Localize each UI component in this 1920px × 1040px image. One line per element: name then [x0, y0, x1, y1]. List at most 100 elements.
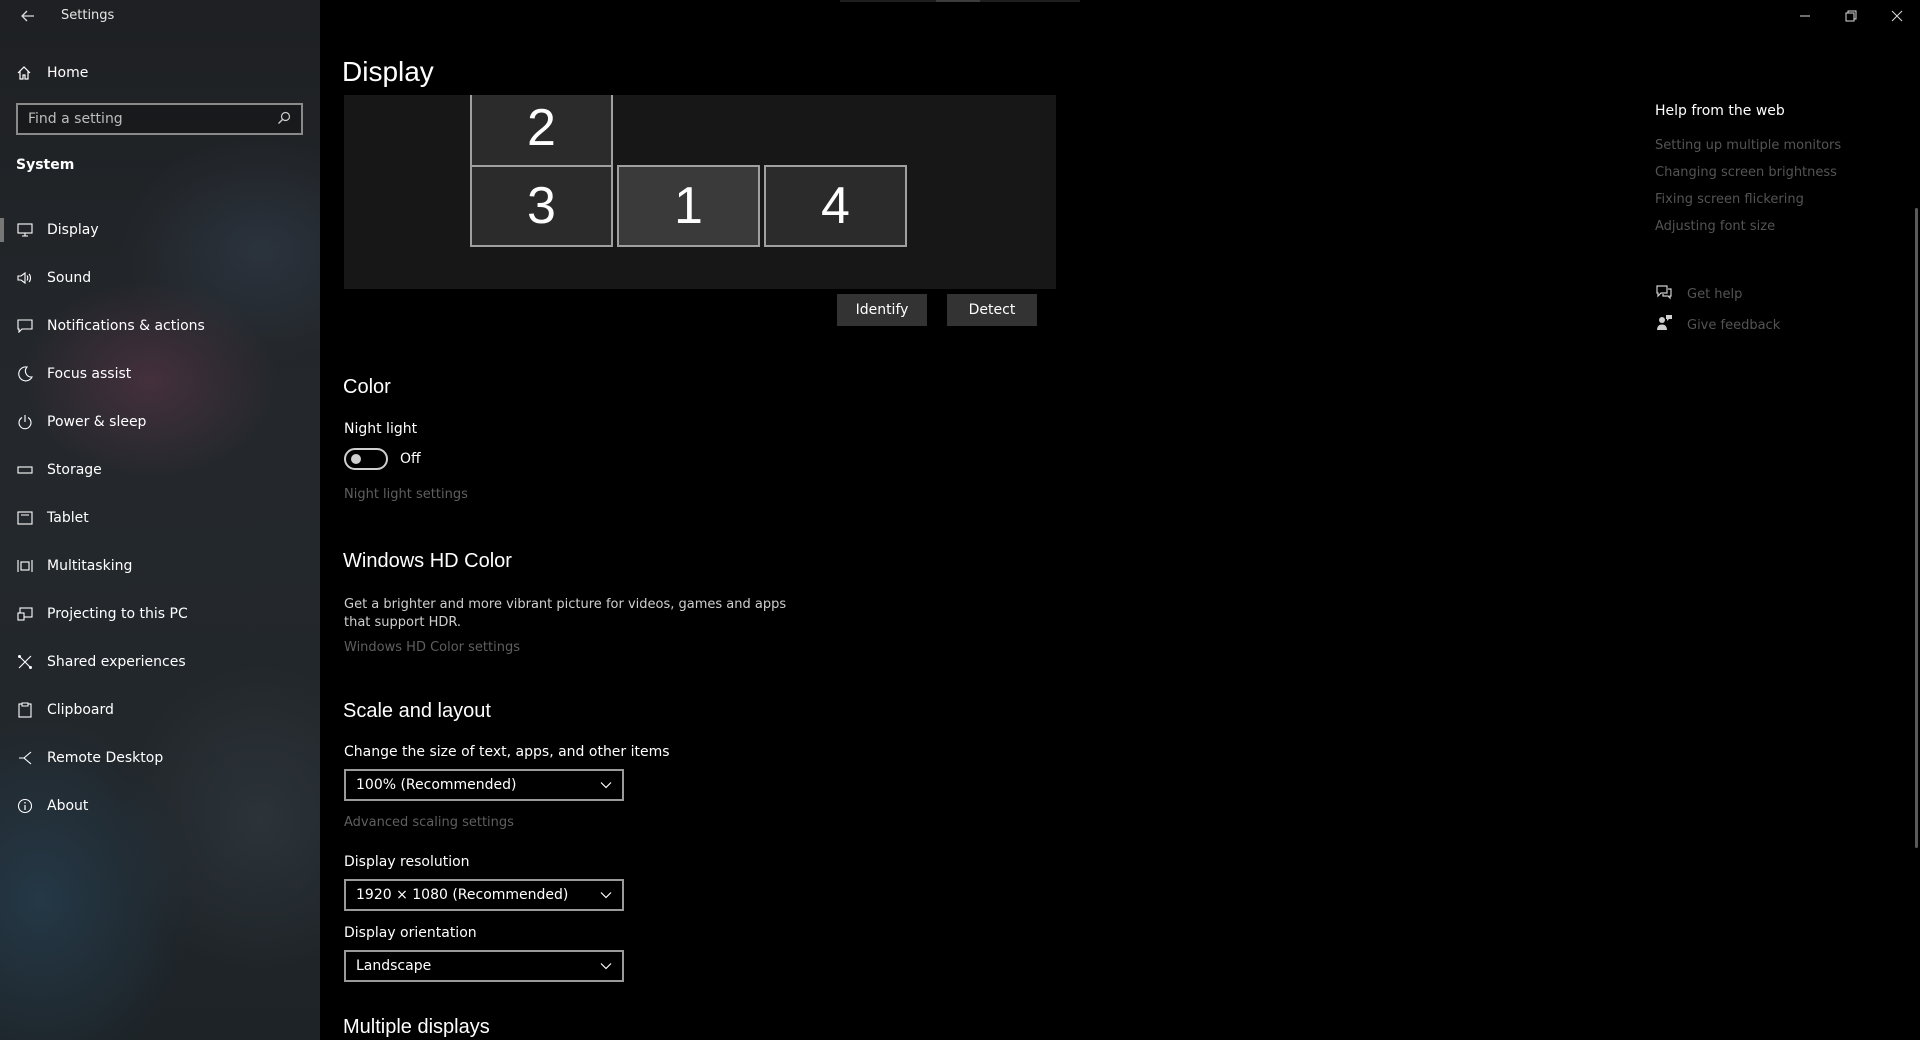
- sidebar-item-label: About: [47, 798, 89, 814]
- sidebar-item-sound[interactable]: Sound: [0, 254, 320, 302]
- monitor-4[interactable]: 4: [764, 165, 907, 247]
- monitor-2[interactable]: 2: [470, 95, 613, 169]
- color-heading: Color: [343, 376, 391, 398]
- section-label: System: [16, 157, 75, 173]
- sidebar-item-label: Projecting to this PC: [47, 606, 188, 622]
- sidebar-item-label: Remote Desktop: [47, 750, 164, 766]
- search-icon[interactable]: [277, 110, 291, 129]
- sidebar-nav: Display Sound Notifications & actions Fo…: [0, 206, 320, 830]
- resolution-label: Display resolution: [344, 854, 470, 870]
- monitor-1[interactable]: 1: [617, 165, 760, 247]
- sidebar-item-display[interactable]: Display: [0, 206, 320, 254]
- notification-icon: [15, 319, 35, 333]
- sidebar-item-shared-experiences[interactable]: Shared experiences: [0, 638, 320, 686]
- main-content: Display 2 3 1 4 Identify Detect Color Ni…: [320, 0, 1920, 1040]
- help-link-flickering[interactable]: Fixing screen flickering: [1655, 192, 1804, 207]
- chevron-down-icon: [600, 777, 612, 793]
- monitor-3[interactable]: 3: [470, 165, 613, 247]
- sidebar-item-about[interactable]: About: [0, 782, 320, 830]
- monitor-icon: [15, 223, 35, 237]
- sidebar-item-tablet[interactable]: Tablet: [0, 494, 320, 542]
- search-input[interactable]: [28, 111, 268, 127]
- moon-icon: [15, 366, 35, 382]
- sidebar-item-clipboard[interactable]: Clipboard: [0, 686, 320, 734]
- resolution-value: 1920 × 1080 (Recommended): [356, 887, 569, 903]
- identify-button[interactable]: Identify: [837, 294, 927, 326]
- multiple-displays-heading: Multiple displays: [343, 1016, 490, 1038]
- sidebar-item-multitasking[interactable]: Multitasking: [0, 542, 320, 590]
- night-light-label: Night light: [344, 421, 418, 437]
- night-light-settings-link[interactable]: Night light settings: [344, 487, 468, 502]
- get-help-link[interactable]: Get help: [1655, 284, 1742, 304]
- minimize-button[interactable]: [1782, 0, 1828, 32]
- search-box[interactable]: [16, 103, 303, 135]
- sidebar-item-power-sleep[interactable]: Power & sleep: [0, 398, 320, 446]
- sidebar-item-label: Shared experiences: [47, 654, 186, 670]
- orientation-label: Display orientation: [344, 925, 477, 941]
- restore-button[interactable]: [1828, 0, 1874, 32]
- back-arrow-icon: [21, 10, 34, 22]
- sidebar: Settings Home System Display Sound Notif…: [0, 0, 320, 1040]
- resolution-dropdown[interactable]: 1920 × 1080 (Recommended): [344, 879, 624, 911]
- night-light-toggle[interactable]: [344, 448, 388, 470]
- close-icon: [1891, 10, 1903, 22]
- sidebar-item-remote-desktop[interactable]: Remote Desktop: [0, 734, 320, 782]
- monitor-arrangement[interactable]: 2 3 1 4: [344, 95, 1056, 289]
- get-help-label: Get help: [1687, 286, 1743, 302]
- shared-icon: [15, 654, 35, 670]
- scale-heading: Scale and layout: [343, 700, 491, 722]
- help-title: Help from the web: [1655, 103, 1785, 119]
- sidebar-item-label: Notifications & actions: [47, 318, 205, 334]
- sidebar-item-label: Multitasking: [47, 558, 133, 574]
- give-feedback-label: Give feedback: [1687, 317, 1781, 333]
- detect-button[interactable]: Detect: [947, 294, 1037, 326]
- close-button[interactable]: [1874, 0, 1920, 32]
- tablet-icon: [15, 511, 35, 525]
- projector-icon: [15, 607, 35, 621]
- sidebar-home[interactable]: Home: [0, 56, 320, 90]
- sidebar-item-label: Display: [47, 222, 99, 238]
- chat-help-icon: [1655, 284, 1673, 304]
- app-title: Settings: [61, 8, 115, 23]
- night-light-state: Off: [400, 451, 421, 467]
- remote-desktop-icon: [15, 750, 35, 766]
- help-link-brightness[interactable]: Changing screen brightness: [1655, 165, 1837, 180]
- home-icon: [16, 65, 36, 81]
- orientation-value: Landscape: [356, 958, 432, 974]
- minimize-icon: [1800, 15, 1810, 17]
- restore-icon: [1845, 10, 1857, 22]
- speaker-icon: [15, 271, 35, 285]
- scale-size-dropdown[interactable]: 100% (Recommended): [344, 769, 624, 801]
- page-title: Display: [342, 56, 434, 87]
- scale-size-label: Change the size of text, apps, and other…: [344, 744, 670, 760]
- sidebar-item-storage[interactable]: Storage: [0, 446, 320, 494]
- sidebar-item-notifications[interactable]: Notifications & actions: [0, 302, 320, 350]
- home-label: Home: [47, 65, 89, 81]
- back-button[interactable]: [14, 6, 42, 26]
- storage-icon: [15, 465, 35, 475]
- hdr-description: Get a brighter and more vibrant picture …: [344, 597, 787, 630]
- sidebar-item-label: Storage: [47, 462, 102, 478]
- feedback-icon: [1655, 314, 1673, 336]
- chevron-down-icon: [600, 887, 612, 903]
- give-feedback-link[interactable]: Give feedback: [1655, 315, 1780, 335]
- sidebar-item-label: Sound: [47, 270, 92, 286]
- advanced-scaling-link[interactable]: Advanced scaling settings: [344, 815, 514, 830]
- sidebar-item-label: Focus assist: [47, 366, 132, 382]
- sidebar-item-label: Power & sleep: [47, 414, 147, 430]
- main-scrollbar[interactable]: [1915, 208, 1918, 848]
- toggle-knob: [351, 454, 361, 464]
- scale-size-value: 100% (Recommended): [356, 777, 517, 793]
- info-icon: [15, 798, 35, 814]
- hdr-settings-link[interactable]: Windows HD Color settings: [344, 640, 520, 655]
- sidebar-item-projecting[interactable]: Projecting to this PC: [0, 590, 320, 638]
- sidebar-item-focus-assist[interactable]: Focus assist: [0, 350, 320, 398]
- orientation-dropdown[interactable]: Landscape: [344, 950, 624, 982]
- chevron-down-icon: [600, 958, 612, 974]
- hdr-heading: Windows HD Color: [343, 550, 512, 572]
- clipboard-icon: [15, 702, 35, 718]
- power-icon: [15, 414, 35, 430]
- sidebar-item-label: Tablet: [47, 510, 89, 526]
- help-link-font-size[interactable]: Adjusting font size: [1655, 219, 1775, 234]
- help-link-multiple-monitors[interactable]: Setting up multiple monitors: [1655, 138, 1841, 153]
